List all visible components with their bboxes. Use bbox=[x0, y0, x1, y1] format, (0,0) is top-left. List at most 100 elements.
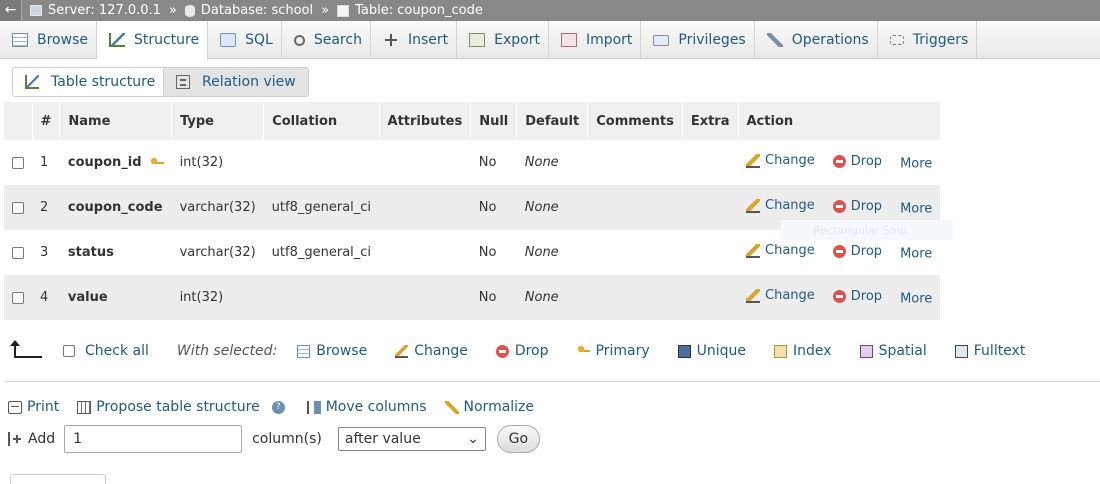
export-icon bbox=[469, 33, 486, 47]
bulk-drop-button[interactable]: Drop bbox=[495, 343, 549, 359]
row-checkbox[interactable] bbox=[12, 291, 24, 304]
cell-default: None bbox=[516, 140, 588, 185]
cell-attributes bbox=[379, 140, 471, 185]
bulk-label: Primary bbox=[595, 343, 650, 359]
propose-structure-link[interactable]: Propose table structure bbox=[77, 399, 260, 415]
position-select[interactable]: after value ⌄ bbox=[337, 427, 486, 451]
change-link[interactable]: Change bbox=[746, 243, 815, 258]
column-count-input[interactable] bbox=[64, 425, 243, 453]
check-all-checkbox[interactable] bbox=[63, 345, 75, 357]
column-header: Action bbox=[738, 102, 941, 140]
subtab-table-structure[interactable]: Table structure bbox=[12, 67, 169, 97]
normalize-icon bbox=[444, 400, 459, 414]
tab-privileges[interactable]: Privileges bbox=[641, 21, 755, 59]
print-link[interactable]: Print bbox=[8, 399, 59, 415]
row-checkbox[interactable] bbox=[12, 246, 24, 259]
tab-label: Structure bbox=[133, 32, 200, 48]
breadcrumb-database-label[interactable]: Database: school bbox=[201, 3, 313, 18]
drop-link[interactable]: Drop bbox=[832, 289, 882, 304]
pencil-icon bbox=[746, 288, 760, 303]
normalize-link[interactable]: Normalize bbox=[444, 399, 534, 415]
cell-comments bbox=[587, 185, 683, 230]
cell-default: None bbox=[516, 185, 588, 230]
drop-link[interactable]: Drop bbox=[832, 244, 882, 259]
check-all-label[interactable]: Check all bbox=[85, 343, 149, 359]
tab-import[interactable]: Import bbox=[549, 21, 642, 59]
column-header[interactable]: Name bbox=[59, 102, 173, 140]
cell-attributes bbox=[379, 275, 471, 320]
tab-search[interactable]: Search bbox=[282, 21, 371, 59]
print-icon bbox=[8, 400, 22, 414]
more-link[interactable]: More bbox=[900, 157, 932, 172]
browse-icon bbox=[12, 33, 28, 47]
browse-icon bbox=[297, 344, 311, 358]
privileges-icon bbox=[653, 34, 670, 46]
cell-name: coupon_id bbox=[59, 140, 172, 185]
move-columns-icon bbox=[306, 400, 321, 414]
triggers-icon bbox=[889, 35, 904, 45]
help-icon[interactable]: ? bbox=[271, 400, 285, 414]
move-columns-link[interactable]: Move columns bbox=[306, 399, 427, 415]
go-button[interactable]: Go bbox=[496, 425, 540, 453]
add-column-icon bbox=[8, 432, 22, 446]
bulk-index-button[interactable]: Index bbox=[774, 343, 832, 359]
change-link[interactable]: Change bbox=[746, 288, 815, 303]
change-label: Change bbox=[765, 198, 815, 214]
cell-collation: utf8_general_ci bbox=[263, 230, 380, 275]
move-label: Move columns bbox=[325, 399, 427, 415]
drop-link[interactable]: Drop bbox=[832, 154, 882, 169]
back-arrow-icon[interactable]: ← bbox=[0, 0, 22, 21]
bulk-unique-button[interactable]: Unique bbox=[677, 343, 746, 359]
breadcrumb-server-label[interactable]: Server: 127.0.0.1 bbox=[48, 3, 161, 18]
change-link[interactable]: Change bbox=[746, 153, 815, 168]
more-link[interactable]: More bbox=[900, 202, 932, 217]
snip-tooltip: Rectangular Snip bbox=[781, 220, 953, 240]
columns-label: column(s) bbox=[252, 431, 322, 447]
tab-insert[interactable]: Insert bbox=[371, 21, 458, 59]
cell-collation: utf8_general_ci bbox=[263, 185, 380, 230]
row-checkbox[interactable] bbox=[12, 156, 24, 169]
cell-type: int(32) bbox=[171, 275, 264, 320]
cell-extra bbox=[682, 230, 738, 275]
change-label: Change bbox=[765, 243, 815, 259]
cell-null: No bbox=[470, 230, 517, 275]
import-icon bbox=[560, 33, 577, 47]
cell-actions: Change Drop More bbox=[738, 275, 941, 320]
bulk-fulltext-button[interactable]: Fulltext bbox=[954, 343, 1025, 359]
fulltext-icon bbox=[954, 344, 968, 358]
more-link[interactable]: More bbox=[900, 247, 932, 262]
cell-name: status bbox=[59, 230, 172, 275]
breadcrumb-table[interactable]: Table: coupon_code bbox=[337, 3, 483, 18]
tab-export[interactable]: Export bbox=[457, 21, 549, 59]
row-checkbox[interactable] bbox=[12, 201, 24, 214]
cell-type: int(32) bbox=[171, 140, 264, 185]
cell-name: coupon_code bbox=[59, 185, 172, 230]
change-link[interactable]: Change bbox=[746, 198, 815, 213]
drop-link[interactable]: Drop bbox=[832, 199, 882, 214]
drop-icon bbox=[495, 344, 509, 358]
breadcrumb-database[interactable]: Database: school bbox=[184, 3, 313, 18]
top-tabs: Browse Structure SQL Search Insert Expor… bbox=[0, 21, 1100, 60]
more-link[interactable]: More bbox=[900, 292, 932, 307]
tab-structure[interactable]: Structure bbox=[96, 21, 209, 60]
bulk-primary-button[interactable]: Primary bbox=[576, 343, 650, 359]
bulk-browse-button[interactable]: Browse bbox=[297, 343, 367, 359]
subtab-relation-view[interactable]: Relation view bbox=[163, 67, 309, 97]
tab-operations[interactable]: Operations bbox=[755, 21, 878, 59]
tab-label: Insert bbox=[407, 32, 449, 48]
breadcrumb-table-label[interactable]: Table: coupon_code bbox=[355, 3, 483, 18]
bulk-label: Spatial bbox=[878, 343, 927, 359]
unique-icon bbox=[677, 344, 691, 358]
breadcrumb-server[interactable]: Server: 127.0.0.1 bbox=[30, 3, 161, 18]
tab-triggers[interactable]: Triggers bbox=[878, 21, 978, 59]
tab-sql[interactable]: SQL bbox=[208, 21, 282, 59]
cell-comments bbox=[587, 140, 683, 185]
breadcrumb: ← Server: 127.0.0.1 » Database: school »… bbox=[0, 0, 1100, 21]
bulk-change-button[interactable]: Change bbox=[395, 343, 468, 359]
bulk-label: Index bbox=[793, 343, 832, 359]
pencil-icon bbox=[395, 344, 409, 358]
cell-default: None bbox=[516, 230, 588, 275]
tab-browse[interactable]: Browse bbox=[0, 21, 97, 59]
bulk-spatial-button[interactable]: Spatial bbox=[859, 343, 927, 359]
print-label: Print bbox=[27, 399, 60, 415]
